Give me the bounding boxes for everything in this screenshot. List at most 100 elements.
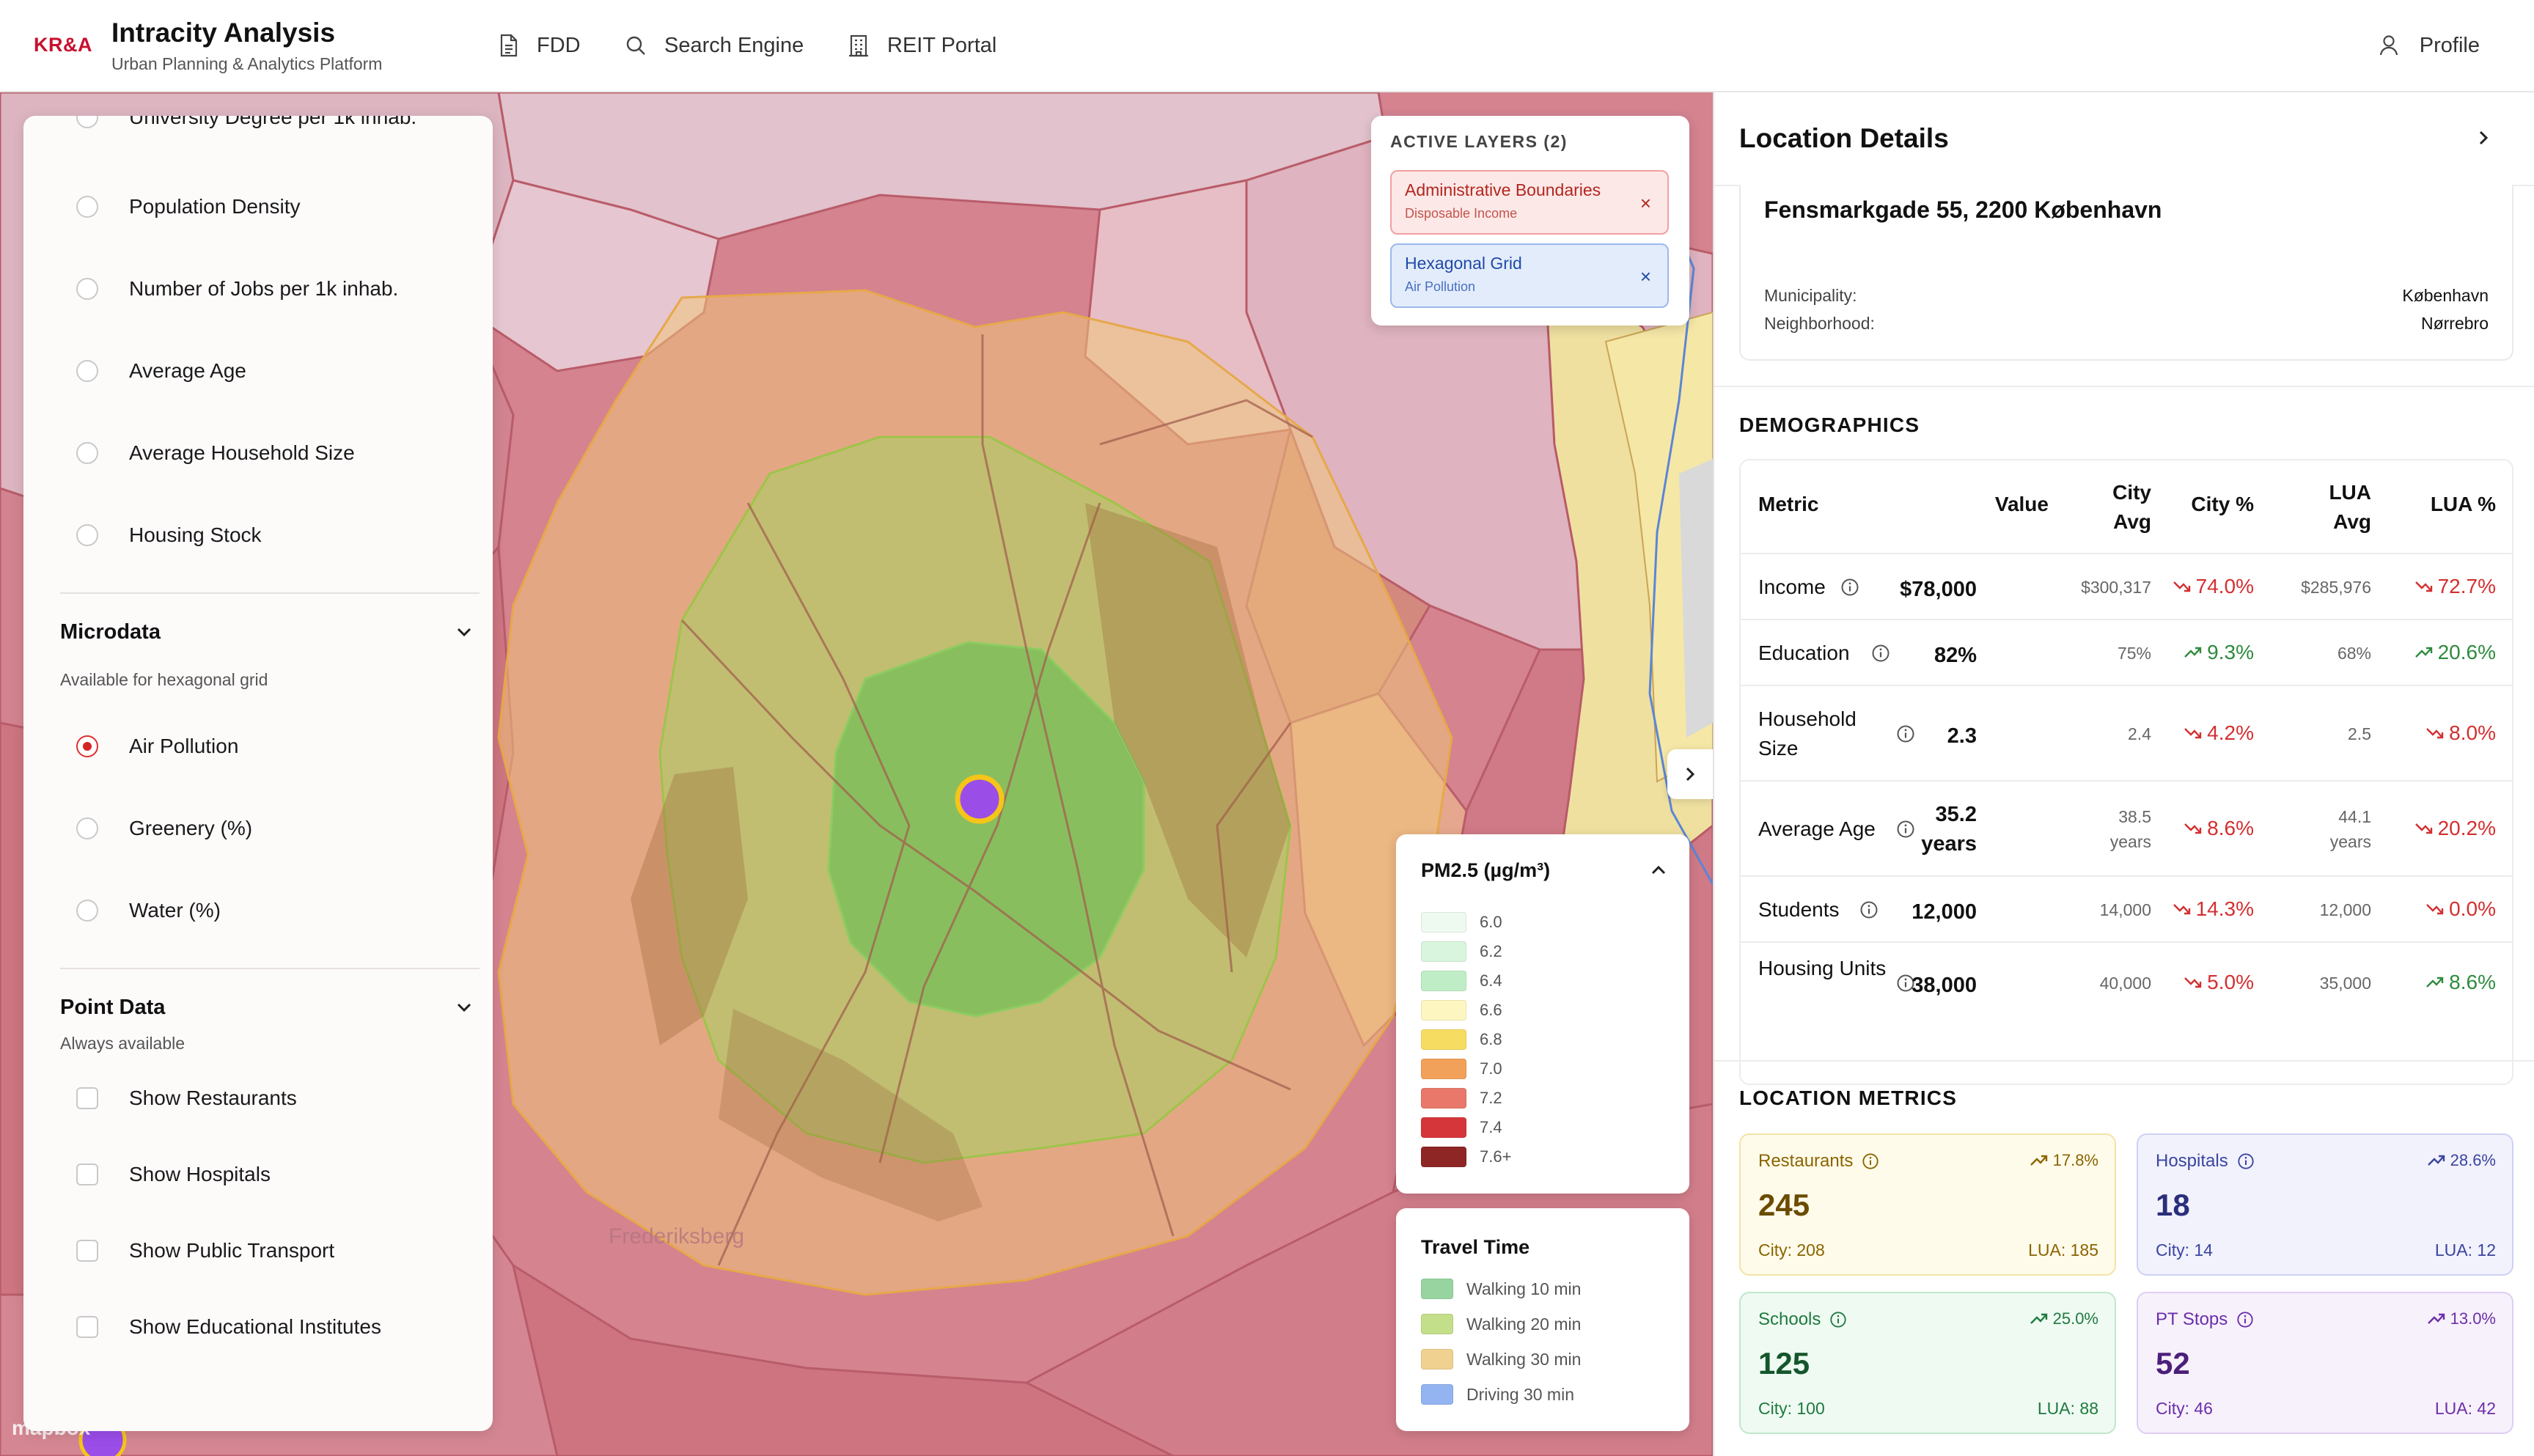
info-button[interactable] (2236, 1311, 2254, 1328)
section-divider (60, 968, 480, 969)
checkbox[interactable] (76, 1087, 98, 1109)
layer-option-label: Number of Jobs per 1k inhab. (129, 277, 399, 300)
metric-card-hospitals[interactable]: Hospitals 28.6% 18 City: 14 LUA: 12 (2137, 1133, 2513, 1276)
layer-option-population-density[interactable]: Population Density (76, 195, 300, 218)
table-header-lua-avg: LUA Avg (2329, 481, 2371, 533)
radio-button-selected[interactable] (76, 735, 98, 757)
cell-lua-pct: 8.6% (2386, 971, 2496, 994)
radio-button[interactable] (76, 196, 98, 218)
table-header-value: Value (1994, 493, 2049, 515)
company-logo[interactable]: KR&A (34, 34, 92, 56)
cell-lua-pct: 8.0% (2386, 721, 2496, 745)
legend-label: 7.6+ (1480, 1147, 1512, 1166)
microdata-option-water[interactable]: Water (%) (76, 899, 221, 922)
nav-fdd[interactable]: FDD (499, 31, 581, 60)
legend-label: 6.6 (1480, 1001, 1502, 1019)
trend-up-icon (2414, 647, 2432, 658)
city-pct-value: 9.3% (2207, 641, 2254, 663)
radio-button[interactable] (76, 360, 98, 382)
radio-button[interactable] (76, 116, 98, 128)
info-icon[interactable] (2237, 1152, 2255, 1170)
microdata-option-label: Greenery (%) (129, 817, 253, 839)
nav-search-engine[interactable]: Search Engine (625, 31, 804, 60)
info-button[interactable] (2237, 1152, 2255, 1170)
metric-card-trend-value: 28.6% (2450, 1151, 2496, 1169)
metric-card-label-text: Restaurants (1758, 1151, 1854, 1171)
checkbox[interactable] (76, 1316, 98, 1338)
chevron-down-icon[interactable] (455, 1000, 474, 1015)
chevron-down-icon[interactable] (455, 625, 474, 639)
chevron-right-icon[interactable] (2477, 128, 2491, 148)
table-header-lua-pct: LUA % (2430, 493, 2496, 515)
toggle-show-restaurants[interactable]: Show Restaurants (76, 1087, 297, 1110)
legend-item: 6.0 (1421, 912, 1502, 933)
microdata-title[interactable]: Microdata (60, 620, 161, 644)
cell-lua-pct: 20.6% (2386, 641, 2496, 664)
layer-selection-panel[interactable]: University Degree per 1k inhab. Populati… (23, 116, 493, 1431)
layer-option-housing-stock[interactable]: Housing Stock (76, 523, 262, 547)
layer-option-average-age[interactable]: Average Age (76, 359, 246, 383)
legend-label: 7.4 (1480, 1118, 1502, 1136)
info-icon[interactable] (1862, 1152, 1879, 1170)
legend-label: 7.2 (1480, 1089, 1502, 1107)
document-icon (500, 34, 518, 57)
trend-down-icon (2184, 823, 2202, 834)
toggle-show-educational-institutes[interactable]: Show Educational Institutes (76, 1315, 381, 1339)
nav-reit-portal[interactable]: REIT Portal (848, 31, 996, 60)
legend-label: 6.4 (1480, 971, 1502, 990)
close-icon[interactable]: × (1640, 192, 1651, 215)
microdata-option-air-pollution[interactable]: Air Pollution (76, 735, 238, 758)
panel-toggle-button[interactable] (1667, 749, 1713, 799)
metric-card-schools[interactable]: Schools 25.0% 125 City: 100 LUA: 88 (1739, 1292, 2116, 1434)
metric-card-restaurants[interactable]: Restaurants 17.8% 245 City: 208 LUA: 185 (1739, 1133, 2116, 1276)
pm25-legend: PM2.5 (µg/m³) 6.0 6.2 6.4 6.6 6.8 7.0 7.2 7.4 7.… (1396, 834, 1689, 1194)
info-icon[interactable] (1829, 1311, 1847, 1328)
legend-swatch (1421, 1000, 1466, 1021)
radio-button[interactable] (76, 278, 98, 300)
legend-item: 7.4 (1421, 1117, 1502, 1138)
checkbox[interactable] (76, 1240, 98, 1262)
active-layer-administrative-boundaries[interactable]: Administrative Boundaries Disposable Inc… (1390, 170, 1669, 235)
radio-button[interactable] (76, 817, 98, 839)
metric-card-value: 125 (1758, 1346, 1810, 1380)
active-layer-hexagonal-grid[interactable]: Hexagonal Grid Air Pollution × (1390, 243, 1669, 308)
point-data-title[interactable]: Point Data (60, 996, 165, 1020)
toggle-show-public-transport[interactable]: Show Public Transport (76, 1239, 334, 1262)
lua-pct-value: 72.7% (2437, 575, 2496, 598)
info-icon[interactable] (2236, 1311, 2254, 1328)
info-button[interactable] (1829, 1311, 1847, 1328)
row-divider (1741, 941, 2512, 943)
neighborhood-value: Nørrebro (2420, 314, 2489, 333)
radio-button[interactable] (76, 900, 98, 922)
profile-button[interactable]: Profile (2379, 31, 2480, 60)
search-icon (626, 36, 645, 55)
layer-option-university-degree[interactable]: University Degree per 1k inhab. (76, 116, 416, 129)
cell-city-pct: 4.2% (2159, 721, 2254, 745)
travel-label: Walking 10 min (1466, 1279, 1582, 1298)
microdata-option-greenery[interactable]: Greenery (%) (76, 817, 252, 840)
table-header-city-pct: City % (2191, 493, 2254, 515)
toggle-show-hospitals[interactable]: Show Hospitals (76, 1163, 271, 1186)
layer-chip-sub: Air Pollution (1405, 279, 1476, 294)
app-title: Intracity Analysis (111, 18, 336, 48)
location-details-title: Location Details (1739, 123, 1949, 153)
info-button[interactable] (1862, 1152, 1879, 1170)
cell-lua-avg: 12,000 (2319, 900, 2371, 919)
place-label-frederiksberg: Frederiksberg (609, 1224, 744, 1249)
trend-up-icon (2426, 977, 2444, 988)
location-metrics-title: LOCATION METRICS (1739, 1087, 1958, 1109)
checkbox[interactable] (76, 1163, 98, 1185)
radio-button[interactable] (76, 524, 98, 546)
location-marker[interactable] (955, 774, 1005, 824)
radio-button[interactable] (76, 442, 98, 464)
metric-card-pt-stops[interactable]: PT Stops 13.0% 52 City: 46 LUA: 42 (2137, 1292, 2513, 1434)
divider (1714, 386, 2534, 387)
divider (1714, 1060, 2534, 1062)
close-icon[interactable]: × (1640, 265, 1651, 288)
cell-value: 38,000 (1911, 974, 1977, 997)
layer-option-jobs[interactable]: Number of Jobs per 1k inhab. (76, 277, 398, 301)
chevron-up-icon[interactable] (1650, 864, 1667, 877)
layer-option-household-size[interactable]: Average Household Size (76, 441, 355, 465)
cell-value: 2.3 (1947, 724, 1977, 748)
cell-city-pct: 74.0% (2159, 575, 2254, 598)
